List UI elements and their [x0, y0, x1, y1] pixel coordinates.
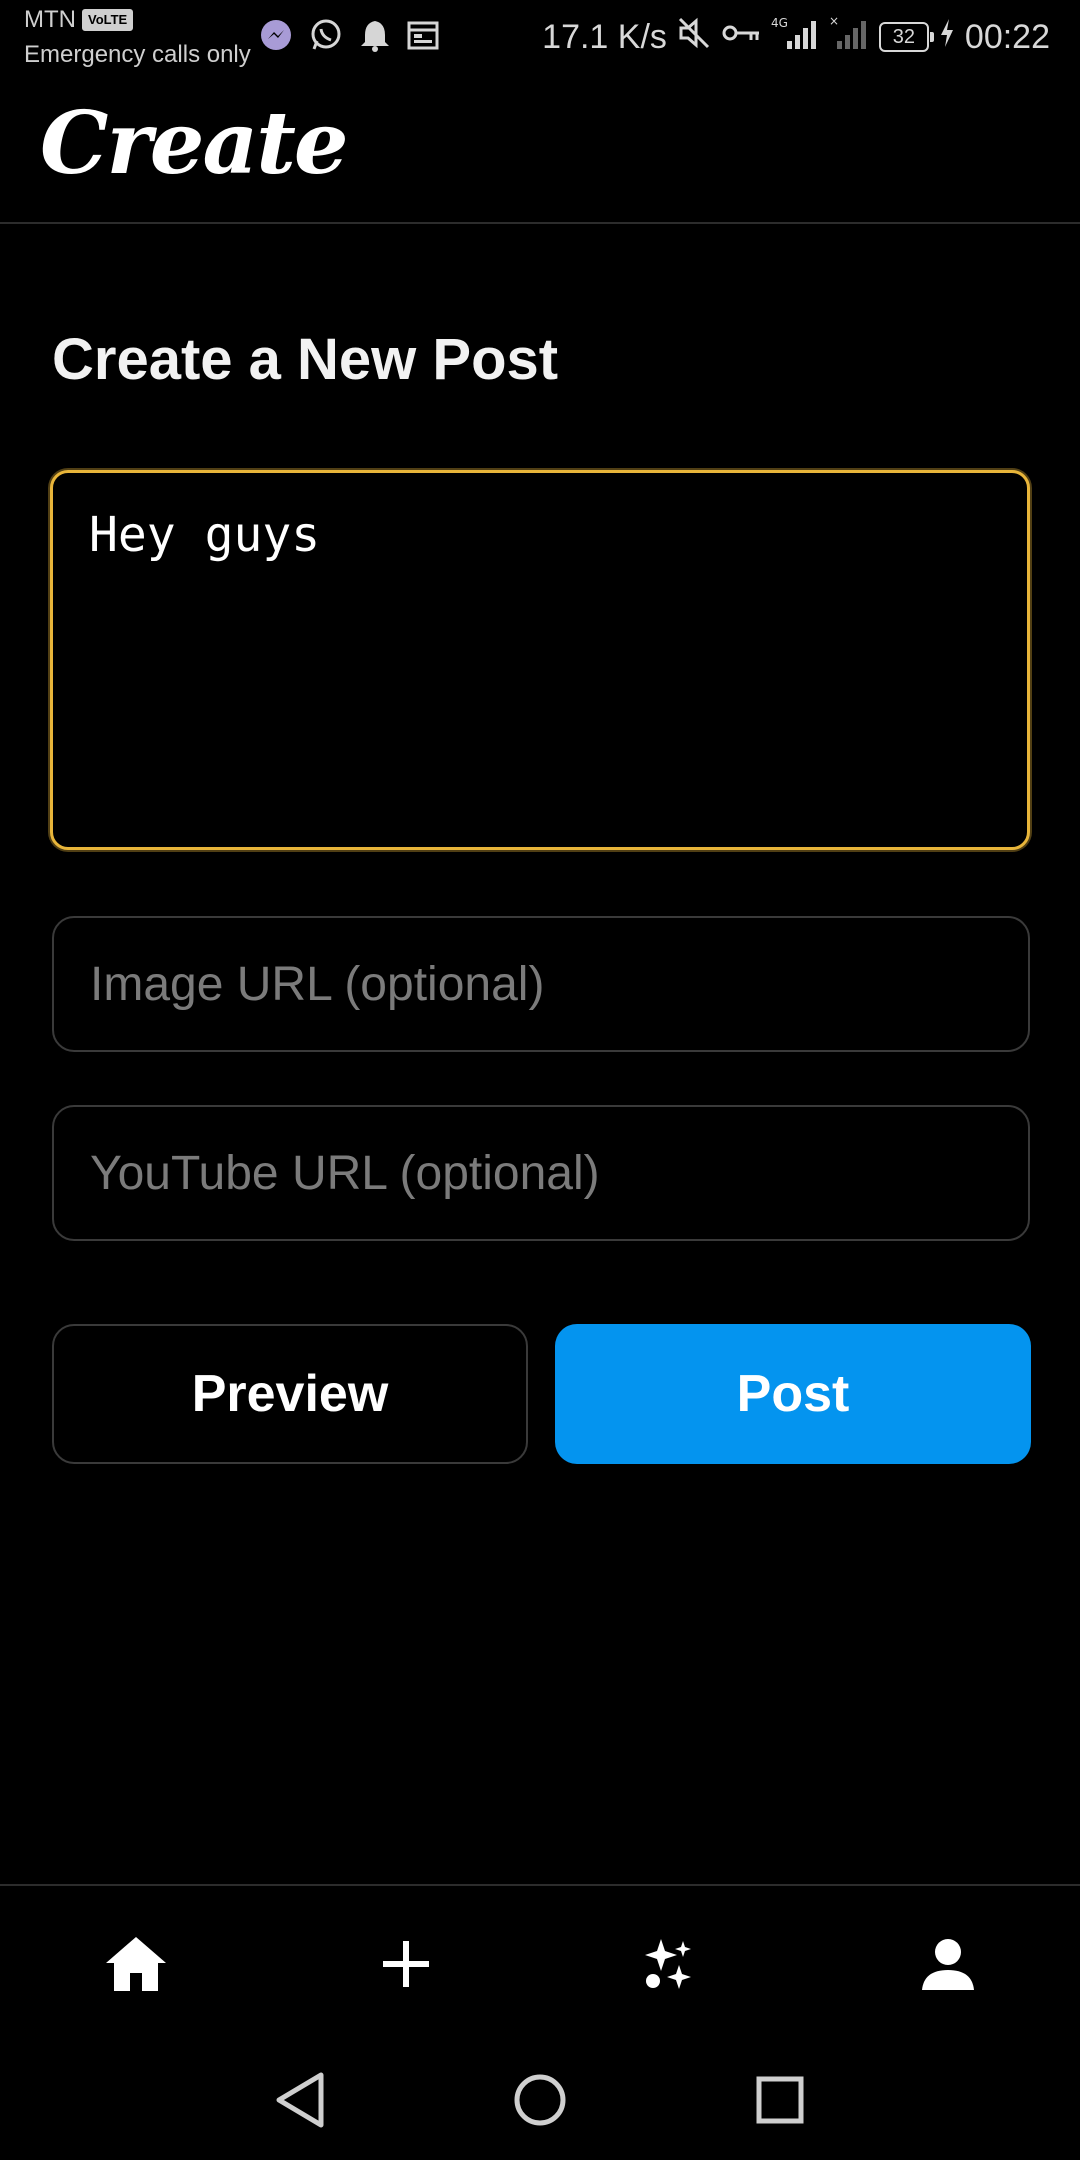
home-circle-icon [512, 2072, 568, 2133]
signal-icon: 4G [771, 15, 819, 60]
bottom-nav [0, 1884, 1080, 2044]
vpn-key-icon [721, 18, 761, 57]
calendar-icon [406, 18, 440, 57]
system-home-button[interactable] [508, 2070, 572, 2134]
youtube-url-input[interactable] [52, 1105, 1030, 1241]
profile-icon [920, 1936, 976, 1997]
messenger-icon [258, 17, 294, 58]
bell-icon [358, 17, 392, 58]
svg-text:×: × [829, 15, 839, 28]
post-button[interactable]: Post [555, 1324, 1031, 1464]
charging-icon [939, 18, 955, 57]
app-logo[interactable]: Create [40, 84, 349, 204]
system-recents-button[interactable] [748, 2070, 812, 2134]
clock: 00:22 [964, 17, 1050, 56]
nav-profile[interactable] [908, 1926, 988, 2006]
page-title: Create a New Post [52, 327, 559, 392]
mute-icon [677, 16, 711, 59]
nav-discover[interactable] [630, 1926, 710, 2006]
post-text-input[interactable] [50, 470, 1030, 850]
app-header: Create [0, 76, 1080, 224]
battery-icon: 32 [878, 22, 934, 52]
status-right: 17.1 K/s 4G × 32 00:22 [542, 14, 1050, 60]
nav-create[interactable] [366, 1926, 446, 2006]
system-back-button[interactable] [268, 2070, 332, 2134]
sparkles-icon [641, 1935, 699, 1998]
signal-empty-icon: × [829, 14, 869, 60]
status-bar: MTN VoLTE Emergency calls only 17.1 K/s … [0, 0, 1080, 76]
plus-icon [381, 1939, 431, 1994]
home-icon [104, 1935, 168, 1998]
volte-badge: VoLTE [81, 9, 134, 31]
back-icon [273, 2071, 327, 2134]
recents-icon [755, 2075, 805, 2130]
notification-icons [258, 16, 440, 58]
system-nav-bar [0, 2044, 1080, 2160]
image-url-input[interactable] [52, 916, 1030, 1052]
carrier-info: MTN VoLTE [24, 6, 134, 34]
nav-home[interactable] [96, 1926, 176, 2006]
carrier-name: MTN [24, 6, 76, 33]
whatsapp-icon [308, 17, 344, 58]
preview-button[interactable]: Preview [52, 1324, 528, 1464]
svg-text:4G: 4G [771, 16, 788, 30]
net-speed: 17.1 K/s [542, 17, 667, 56]
emergency-calls-text: Emergency calls only [24, 41, 251, 68]
